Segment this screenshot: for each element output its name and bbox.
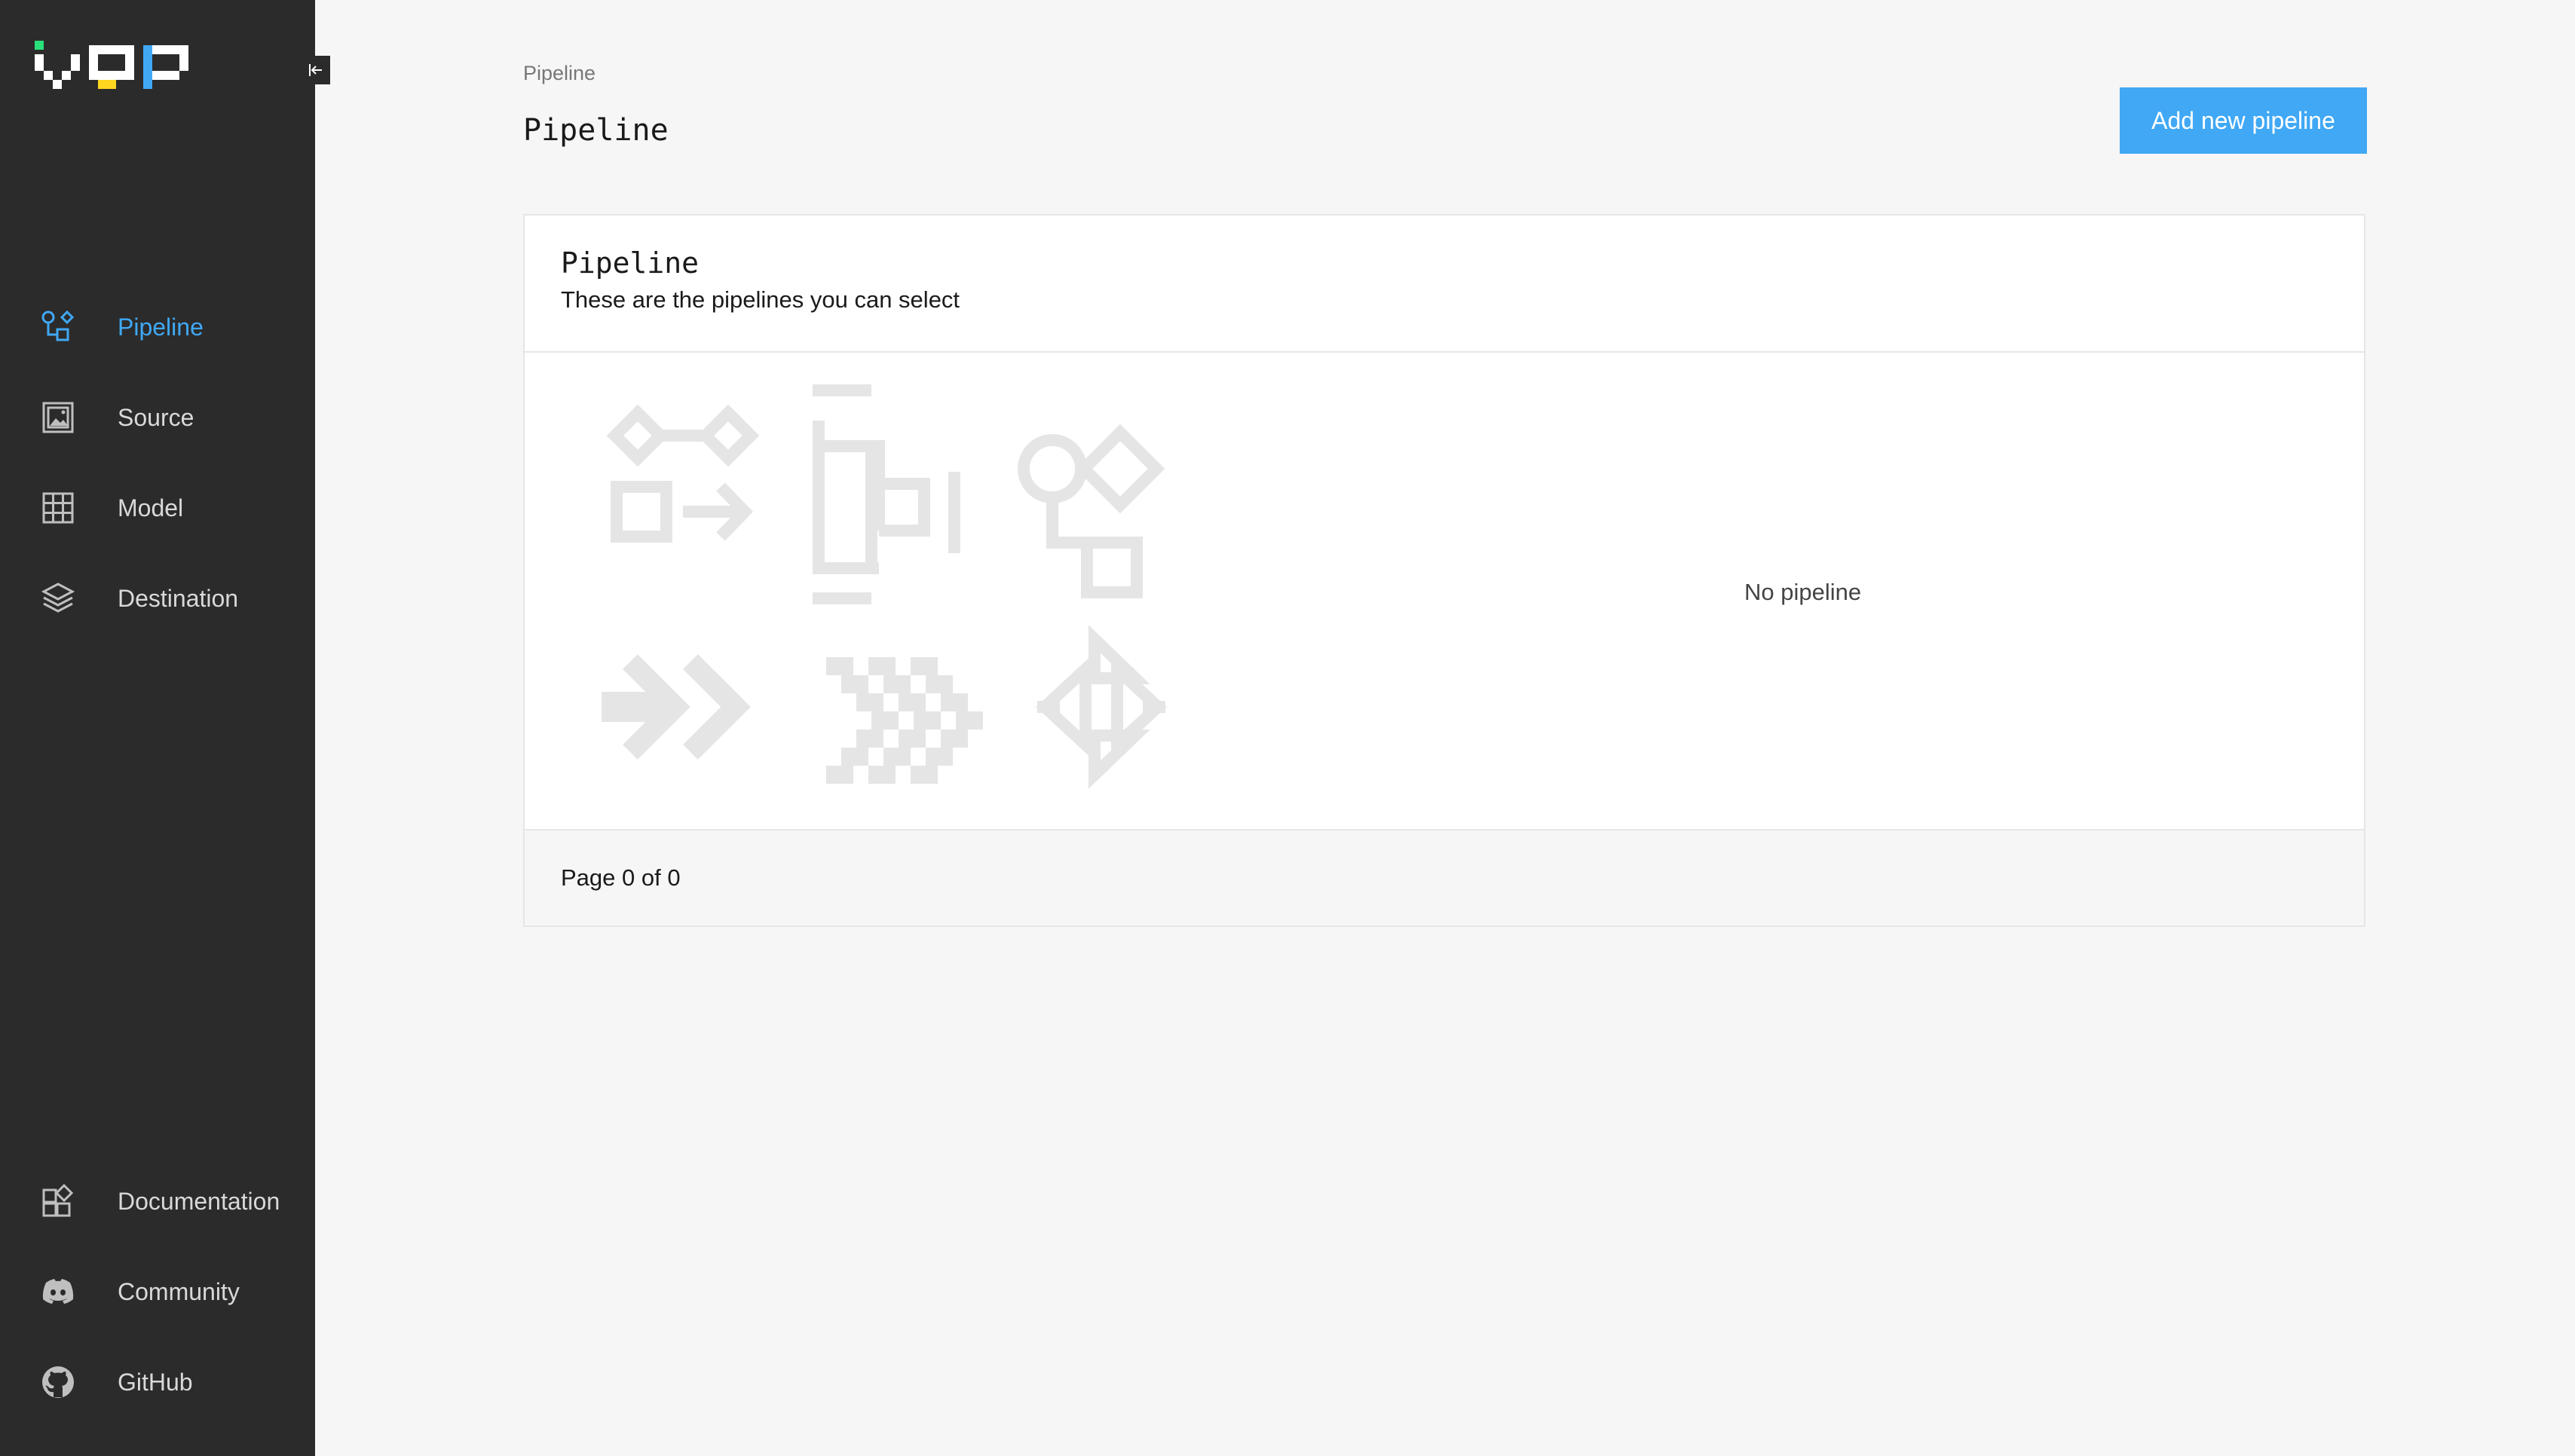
sidebar-item-destination[interactable]: Destination	[0, 553, 315, 644]
github-icon	[39, 1363, 77, 1401]
destination-icon	[39, 580, 77, 617]
table-title: Pipeline	[561, 246, 700, 280]
collapse-icon	[309, 64, 322, 76]
sidebar-item-label: Community	[118, 1277, 240, 1305]
empty-state-message: No pipeline	[1744, 579, 1862, 605]
sidebar-item-label: Documentation	[118, 1187, 280, 1215]
empty-state-illustration	[602, 384, 1167, 789]
breadcrumb[interactable]: Pipeline	[523, 62, 596, 85]
sidebar-item-label: Model	[118, 494, 184, 522]
pipeline-table-card: Pipeline These are the pipelines you can…	[523, 214, 2365, 927]
pipeline-icon	[39, 308, 77, 346]
pagination: Page 0 of 0	[525, 830, 2364, 925]
sidebar-item-github[interactable]: GitHub	[0, 1337, 315, 1427]
collapse-sidebar-button[interactable]	[302, 56, 330, 84]
sidebar-item-source[interactable]: Source	[0, 372, 315, 463]
sidebar-secondary-nav: Documentation Community GitHub	[0, 1156, 315, 1427]
sidebar: Pipeline Source Model Destination Docume…	[0, 0, 330, 1456]
page-title: Pipeline	[523, 113, 669, 148]
sidebar-item-community[interactable]: Community	[0, 1246, 315, 1337]
model-icon	[39, 489, 77, 527]
sidebar-item-label: GitHub	[118, 1368, 193, 1396]
sidebar-main-nav: Pipeline Source Model Destination	[0, 282, 315, 644]
app-window: Pipeline Source Model Destination Docume…	[0, 0, 2575, 1456]
vdp-logo[interactable]	[35, 41, 213, 98]
table-header: Pipeline These are the pipelines you can…	[525, 216, 2364, 353]
discord-icon	[39, 1273, 77, 1311]
sidebar-item-label: Destination	[118, 584, 239, 612]
sidebar-item-label: Pipeline	[118, 313, 204, 341]
table-description: These are the pipelines you can select	[561, 286, 960, 313]
source-icon	[39, 399, 77, 436]
documentation-icon	[39, 1182, 77, 1220]
sidebar-item-documentation[interactable]: Documentation	[0, 1156, 315, 1246]
sidebar-item-model[interactable]: Model	[0, 463, 315, 553]
sidebar-item-pipeline[interactable]: Pipeline	[0, 282, 315, 372]
table-empty-state: No pipeline	[525, 353, 2364, 830]
add-new-pipeline-button[interactable]: Add new pipeline	[2120, 87, 2367, 154]
sidebar-item-label: Source	[118, 403, 194, 431]
